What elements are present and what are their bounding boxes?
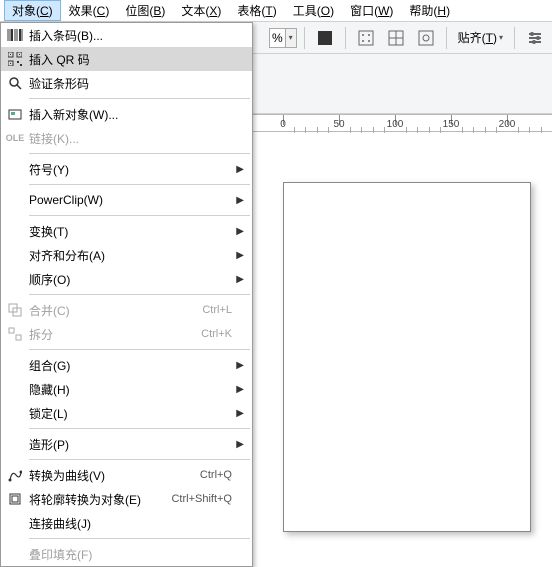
horizontal-ruler: 0 50 100 150 200 (253, 114, 552, 132)
menu-item[interactable]: 变换(T)▶ (1, 219, 252, 243)
ruler-label: 150 (443, 119, 460, 130)
menu-item-label: 叠印填充(F) (29, 546, 244, 563)
menu-item: 叠印填充(F) (1, 542, 252, 566)
menu-separator (29, 294, 250, 295)
ruler-label: 0 (280, 119, 286, 130)
menu-item[interactable]: 隐藏(H)▶ (1, 377, 252, 401)
canvas-area: 0 50 100 150 200 (253, 54, 552, 543)
ruler-label: 100 (387, 119, 404, 130)
menu-item[interactable]: 对齐和分布(A)▶ (1, 243, 252, 267)
grid-icon-1[interactable] (353, 25, 379, 51)
menu-item-label: 锁定(L) (29, 405, 244, 422)
menu-item-label: 合并(C) (29, 302, 202, 319)
grid-icon-2[interactable] (383, 25, 409, 51)
submenu-arrow-icon: ▶ (236, 360, 244, 371)
menu-效果[interactable]: 效果(C) (61, 0, 118, 21)
menu-item: OLE链接(K)... (1, 126, 252, 150)
submenu-arrow-icon: ▶ (236, 164, 244, 175)
menu-item-label: 连接曲线(J) (29, 515, 244, 532)
grid-icon-3[interactable] (413, 25, 439, 51)
submenu-arrow-icon: ▶ (236, 384, 244, 395)
menu-item-label: PowerClip(W) (29, 193, 244, 207)
menu-item[interactable]: 插入条码(B)... (1, 23, 252, 47)
menu-item-label: 符号(Y) (29, 161, 244, 178)
menu-item[interactable]: 连接曲线(J) (1, 511, 252, 535)
submenu-arrow-icon: ▶ (236, 274, 244, 285)
menu-item-label: 插入新对象(W)... (29, 106, 244, 123)
submenu-arrow-icon: ▶ (236, 195, 244, 206)
menu-item: 合并(C)Ctrl+L (1, 298, 252, 322)
menu-separator (29, 428, 250, 429)
break-icon (1, 327, 29, 341)
menu-表格[interactable]: 表格(T) (229, 0, 284, 21)
object-menu: 插入条码(B)...插入 QR 码验证条形码插入新对象(W)...OLE链接(K… (0, 22, 253, 567)
menu-文本[interactable]: 文本(X) (173, 0, 229, 21)
menu-separator (29, 98, 250, 99)
menu-item[interactable]: 转换为曲线(V)Ctrl+Q (1, 463, 252, 487)
menu-item-label: 转换为曲线(V) (29, 467, 200, 484)
menu-item-label: 顺序(O) (29, 271, 244, 288)
menu-item-label: 插入 QR 码 (29, 51, 244, 68)
menu-item[interactable]: 将轮廓转换为对象(E)Ctrl+Shift+Q (1, 487, 252, 511)
menu-item[interactable]: PowerClip(W)▶ (1, 188, 252, 212)
menu-shortcut: Ctrl+L (202, 304, 244, 316)
menu-item-label: 造形(P) (29, 436, 244, 453)
ruler-label: 50 (333, 119, 344, 130)
menu-位图[interactable]: 位图(B) (117, 0, 173, 21)
menu-separator (29, 215, 250, 216)
barcode-icon (1, 28, 29, 42)
menu-separator (29, 153, 250, 154)
menu-item[interactable]: 顺序(O)▶ (1, 267, 252, 291)
menu-窗口[interactable]: 窗口(W) (342, 0, 401, 21)
menu-item-label: 变换(T) (29, 223, 244, 240)
combine-icon (1, 303, 29, 317)
menu-工具[interactable]: 工具(O) (285, 0, 342, 21)
menu-item-label: 链接(K)... (29, 130, 244, 147)
property-bar (253, 54, 552, 114)
curve-icon (1, 468, 29, 482)
submenu-arrow-icon: ▶ (236, 250, 244, 261)
menu-separator (29, 538, 250, 539)
menu-item-label: 拆分 (29, 326, 201, 343)
menu-item[interactable]: 插入 QR 码 (1, 47, 252, 71)
submenu-arrow-icon: ▶ (236, 439, 244, 450)
outline-icon (1, 492, 29, 506)
menu-shortcut: Ctrl+Q (200, 469, 244, 481)
zoom-percent[interactable]: % ▾ (269, 28, 297, 48)
new-obj-icon (1, 107, 29, 121)
menu-shortcut: Ctrl+Shift+Q (171, 493, 244, 505)
qr-icon (1, 52, 29, 66)
ruler-label: 200 (499, 119, 516, 130)
search-icon (1, 76, 29, 90)
menu-对象[interactable]: 对象(C) (4, 0, 61, 21)
menu-item[interactable]: 造形(P)▶ (1, 432, 252, 456)
menu-item[interactable]: 验证条形码 (1, 71, 252, 95)
menu-item-label: 对齐和分布(A) (29, 247, 244, 264)
menu-item: 拆分Ctrl+K (1, 322, 252, 346)
page[interactable] (283, 182, 531, 532)
fill-icon[interactable] (312, 25, 338, 51)
menu-separator (29, 349, 250, 350)
menu-item[interactable]: 锁定(L)▶ (1, 401, 252, 425)
menu-item-label: 验证条形码 (29, 75, 244, 92)
menu-item-label: 将轮廓转换为对象(E) (29, 491, 171, 508)
menu-separator (29, 459, 250, 460)
submenu-arrow-icon: ▶ (236, 226, 244, 237)
menu-item-label: 组合(G) (29, 357, 244, 374)
menu-item-label: 隐藏(H) (29, 381, 244, 398)
snap-button[interactable]: 贴齐(T) ▾ (454, 27, 507, 48)
menu-shortcut: Ctrl+K (201, 328, 244, 340)
menubar: 对象(C)效果(C)位图(B)文本(X)表格(T)工具(O)窗口(W)帮助(H) (0, 0, 552, 22)
menu-item-label: 插入条码(B)... (29, 27, 244, 44)
submenu-arrow-icon: ▶ (236, 408, 244, 419)
options-icon[interactable] (522, 25, 548, 51)
menu-item[interactable]: 插入新对象(W)... (1, 102, 252, 126)
menu-item[interactable]: 组合(G)▶ (1, 353, 252, 377)
menu-帮助[interactable]: 帮助(H) (401, 0, 458, 21)
menu-item[interactable]: 符号(Y)▶ (1, 157, 252, 181)
ole-icon: OLE (1, 133, 29, 143)
menu-separator (29, 184, 250, 185)
